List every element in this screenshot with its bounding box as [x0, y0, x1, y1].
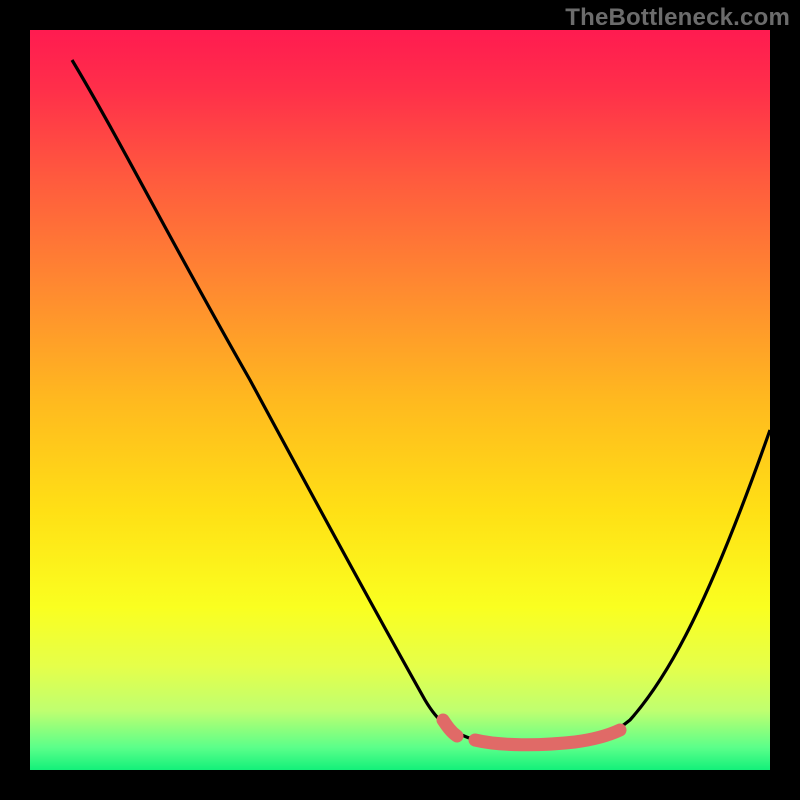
optimal-range-left-dot [443, 720, 457, 736]
watermark-text: TheBottleneck.com [565, 4, 790, 32]
bottleneck-curve [72, 60, 770, 745]
optimal-range-segment [475, 730, 620, 745]
bottleneck-chart [30, 30, 770, 770]
curve-layer [30, 30, 770, 770]
